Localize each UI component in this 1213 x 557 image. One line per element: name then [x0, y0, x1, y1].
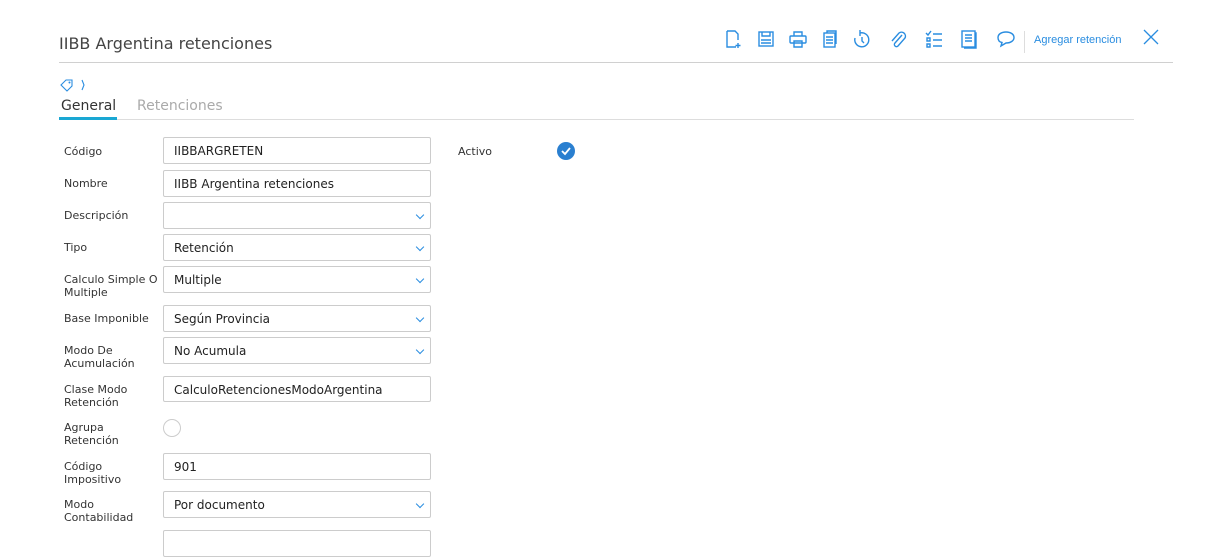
- add-retention-link[interactable]: Agregar retención: [1034, 34, 1121, 46]
- codigo-input[interactable]: IIBBARGRETEN: [163, 137, 431, 164]
- descripcion-label: Descripción: [64, 209, 129, 222]
- calculo-label: Calculo Simple O Multiple: [64, 273, 158, 299]
- agrupa-label: Agrupa Retención: [64, 421, 119, 447]
- comment-icon[interactable]: [996, 29, 1018, 51]
- print-icon[interactable]: [788, 29, 810, 51]
- checklist-icon[interactable]: [924, 29, 946, 51]
- activo-label: Activo: [458, 145, 492, 158]
- base-imponible-label: Base Imponible: [64, 312, 149, 325]
- base-imponible-select[interactable]: Según Provincia: [163, 305, 431, 332]
- document-view-icon[interactable]: [959, 29, 981, 51]
- history-icon[interactable]: [852, 29, 874, 51]
- modo-contabilidad-select[interactable]: Por documento: [163, 491, 431, 518]
- header-divider: [59, 62, 1173, 63]
- calculo-select[interactable]: Multiple: [163, 266, 431, 293]
- nombre-input[interactable]: IIBB Argentina retenciones: [163, 170, 431, 197]
- close-icon[interactable]: [1143, 29, 1159, 45]
- modo-acumulacion-select[interactable]: No Acumula: [163, 337, 431, 364]
- clase-modo-input[interactable]: CalculoRetencionesModoArgentina: [163, 376, 431, 402]
- tipo-select[interactable]: Retención: [163, 234, 431, 261]
- codigo-label: Código: [64, 145, 103, 158]
- tab-retenciones[interactable]: Retenciones: [137, 98, 223, 114]
- copy-icon[interactable]: [820, 29, 842, 51]
- codigo-impositivo-label: Código Impositivo: [64, 460, 122, 486]
- descripcion-select[interactable]: [163, 202, 431, 229]
- toolbar-divider: [1024, 31, 1025, 53]
- nombre-label: Nombre: [64, 177, 108, 190]
- attachment-icon[interactable]: [888, 29, 910, 51]
- tab-general[interactable]: General: [61, 98, 116, 114]
- next-field-input[interactable]: [163, 530, 431, 557]
- activo-checkbox[interactable]: [557, 142, 575, 160]
- modo-contabilidad-label: Modo Contabilidad: [64, 498, 134, 524]
- tab-divider: [59, 119, 1134, 120]
- active-tab-indicator: [59, 117, 117, 120]
- clase-modo-label: Clase Modo Retención: [64, 383, 128, 409]
- tipo-label: Tipo: [64, 241, 88, 254]
- modo-acumulacion-label: Modo De Acumulación: [64, 344, 135, 370]
- tag-icon[interactable]: [60, 77, 90, 96]
- new-document-icon[interactable]: [723, 29, 745, 51]
- save-icon[interactable]: [756, 29, 778, 51]
- page-title: IIBB Argentina retenciones: [59, 34, 273, 53]
- codigo-impositivo-input[interactable]: 901: [163, 453, 431, 480]
- agrupa-checkbox[interactable]: [163, 419, 181, 437]
